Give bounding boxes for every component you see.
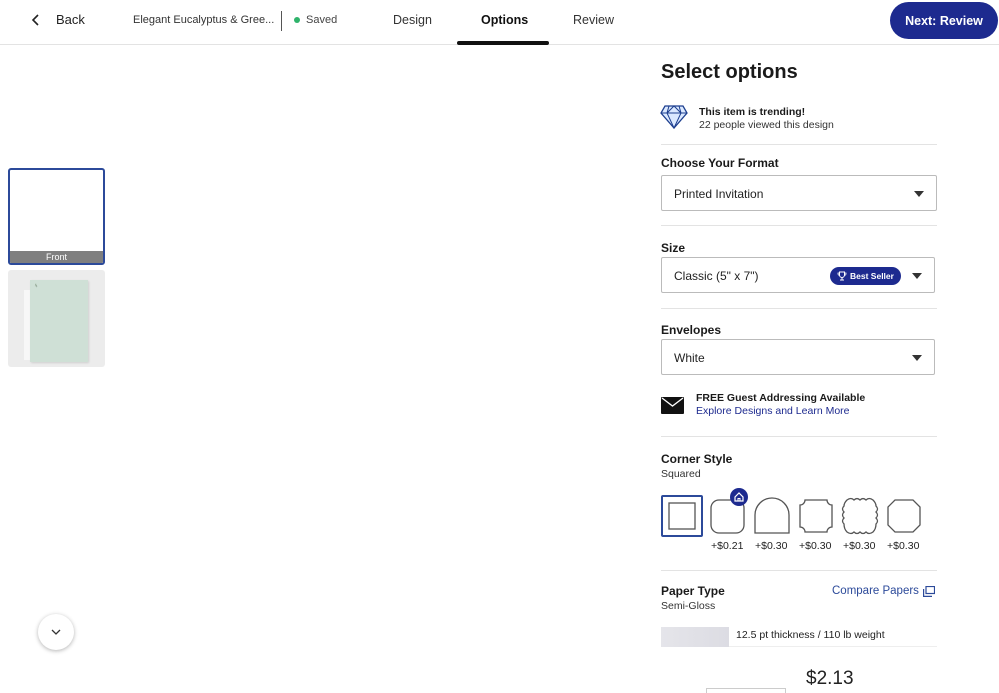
thumbnail-front[interactable]: Front — [8, 168, 105, 265]
caret-down-icon — [914, 191, 924, 197]
divider — [661, 144, 937, 145]
unit-price: $2.13 — [806, 668, 854, 689]
format-select[interactable]: Printed Invitation — [661, 175, 937, 211]
ticket-corner-icon — [799, 499, 833, 533]
compare-papers-link[interactable]: Compare Papers — [832, 585, 935, 597]
saved-label: Saved — [306, 14, 338, 26]
corner-price: +$0.30 — [755, 540, 788, 552]
caret-down-icon — [912, 355, 922, 361]
quantity-field[interactable] — [706, 688, 786, 693]
trending-title: This item is trending! — [699, 106, 806, 118]
document-title[interactable]: Elegant Eucalyptus & Gree... — [133, 14, 274, 26]
tab-options[interactable]: Options — [481, 13, 528, 27]
arch-corner-icon — [754, 497, 790, 534]
square-corner-icon — [668, 502, 696, 530]
divider — [661, 570, 937, 571]
best-seller-badge: Best Seller — [830, 267, 901, 285]
corner-price: +$0.30 — [799, 540, 832, 552]
divider — [661, 308, 937, 309]
corner-style-selected: Squared — [661, 468, 701, 480]
size-select[interactable]: Classic (5" x 7") Best Seller — [661, 257, 935, 293]
envelopes-select[interactable]: White — [661, 339, 935, 375]
tab-review[interactable]: Review — [573, 13, 614, 27]
home-badge-icon — [730, 488, 748, 506]
trending-subtitle: 22 people viewed this design — [699, 119, 834, 131]
active-tab-indicator — [457, 41, 549, 45]
corner-option-squared[interactable] — [661, 495, 703, 537]
card-image — [30, 280, 88, 362]
compare-papers-label: Compare Papers — [832, 585, 919, 597]
diamond-icon — [660, 105, 688, 130]
caret-down-icon — [912, 273, 922, 279]
thumbnail-caption: Front — [10, 251, 103, 263]
corner-option-scallop[interactable] — [839, 495, 881, 537]
scroll-down-button[interactable] — [38, 614, 74, 650]
corner-style-label: Corner Style — [661, 452, 733, 466]
eucalyptus-icon — [34, 283, 38, 289]
tab-design[interactable]: Design — [393, 13, 432, 27]
corner-option-arch[interactable] — [751, 495, 793, 537]
bracket-corner-icon — [887, 499, 921, 533]
explore-designs-link[interactable]: Explore Designs and Learn More — [696, 405, 850, 417]
page-title: Select options — [661, 61, 798, 83]
save-status: Saved — [294, 14, 337, 26]
divider — [661, 436, 937, 437]
next-review-button[interactable]: Next: Review — [890, 2, 998, 39]
trophy-icon — [837, 271, 847, 281]
corner-option-ticket[interactable] — [795, 495, 837, 537]
format-label: Choose Your Format — [661, 156, 779, 170]
envelopes-value: White — [674, 351, 705, 365]
paper-type-selected: Semi-Gloss — [661, 600, 716, 612]
chevron-down-icon — [51, 629, 61, 635]
corner-option-bracket[interactable] — [883, 495, 925, 537]
paper-type-label: Paper Type — [661, 584, 725, 598]
new-window-icon — [922, 585, 935, 597]
corner-price: +$0.30 — [887, 540, 920, 552]
size-label: Size — [661, 241, 686, 255]
divider — [281, 11, 282, 31]
scallop-corner-icon — [841, 497, 879, 535]
format-value: Printed Invitation — [674, 187, 764, 201]
back-button[interactable]: Back — [30, 12, 85, 27]
paper-swatch — [661, 627, 729, 647]
chevron-left-icon — [31, 13, 39, 26]
thumbnail-back[interactable] — [8, 270, 105, 367]
size-value: Classic (5" x 7") — [674, 269, 759, 283]
envelope-icon — [661, 397, 684, 414]
top-bar: Back Elegant Eucalyptus & Gree... Saved … — [0, 0, 999, 45]
back-label: Back — [56, 12, 85, 27]
corner-price: +$0.30 — [843, 540, 876, 552]
guest-addressing-title: FREE Guest Addressing Available — [696, 392, 866, 404]
corner-price: +$0.21 — [711, 540, 744, 552]
divider — [661, 225, 937, 226]
envelopes-label: Envelopes — [661, 323, 722, 337]
paper-description: 12.5 pt thickness / 110 lb weight — [736, 629, 885, 641]
best-seller-label: Best Seller — [850, 271, 894, 281]
saved-dot-icon — [294, 17, 300, 23]
